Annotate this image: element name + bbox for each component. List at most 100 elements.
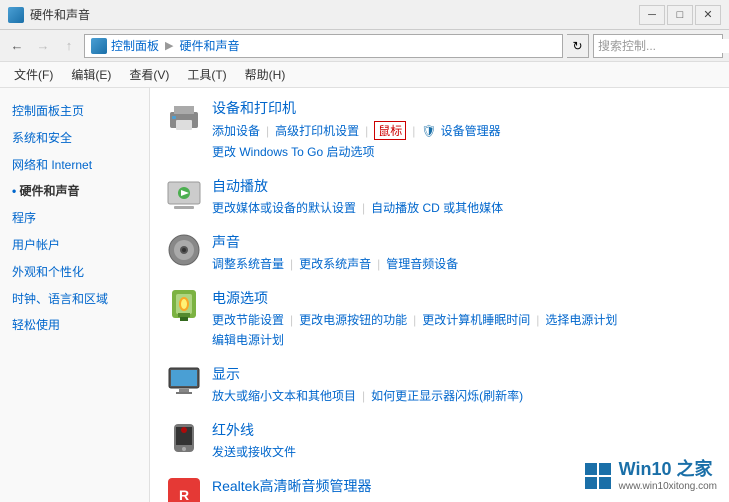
sep8: | [413, 313, 416, 327]
infrared-links: 发送或接收文件 [212, 443, 713, 460]
sidebar-item-network[interactable]: 网络和 Internet [0, 152, 149, 179]
link-change-power[interactable]: 更改节能设置 [212, 311, 284, 328]
sep6: | [377, 257, 380, 271]
link-power-button[interactable]: 更改电源按钮的功能 [299, 311, 407, 328]
link-change-default[interactable]: 更改媒体或设备的默认设置 [212, 199, 356, 216]
section-sound: 声音 调整系统音量 | 更改系统声音 | 管理音频设备 [166, 232, 713, 272]
printer-title[interactable]: 设备和打印机 [212, 98, 713, 118]
link-send-receive[interactable]: 发送或接收文件 [212, 443, 296, 460]
sep2: | [365, 124, 368, 138]
autoplay-links: 更改媒体或设备的默认设置 | 自动播放 CD 或其他媒体 [212, 199, 713, 216]
sidebar: 控制面板主页 系统和安全 网络和 Internet 硬件和声音 程序 用户帐户 … [0, 88, 150, 502]
link-add-device[interactable]: 添加设备 [212, 122, 260, 139]
power-icon [166, 288, 202, 324]
link-power-plan[interactable]: 选择电源计划 [545, 311, 617, 328]
back-button[interactable]: ← [6, 35, 28, 57]
forward-button[interactable]: → [32, 35, 54, 57]
autoplay-content: 自动播放 更改媒体或设备的默认设置 | 自动播放 CD 或其他媒体 [212, 176, 713, 216]
power-title[interactable]: 电源选项 [212, 288, 713, 308]
autoplay-icon [166, 176, 202, 212]
close-button[interactable]: ✕ [695, 5, 721, 25]
win10-title: Win10 之家 [619, 459, 717, 481]
content-area: 设备和打印机 添加设备 | 高级打印机设置 | 鼠标 | 🛡 设备管理器 更改 … [150, 88, 729, 502]
link-manage-audio[interactable]: 管理音频设备 [386, 255, 458, 272]
sidebar-item-system[interactable]: 系统和安全 [0, 125, 149, 152]
link-autoplay-cd[interactable]: 自动播放 CD 或其他媒体 [371, 199, 503, 216]
link-refresh-rate[interactable]: 如何更正显示器闪烁(刷新率) [371, 387, 523, 404]
infrared-title[interactable]: 红外线 [212, 420, 713, 440]
menu-view[interactable]: 查看(V) [121, 63, 177, 86]
sep3: | [412, 124, 415, 138]
address-controlpanel[interactable]: 控制面板 [111, 37, 159, 54]
link-printer-settings[interactable]: 高级打印机设置 [275, 122, 359, 139]
printer-icon [166, 98, 202, 134]
infrared-icon [166, 420, 202, 456]
up-button[interactable]: ↑ [58, 35, 80, 57]
sidebar-item-programs[interactable]: 程序 [0, 205, 149, 232]
printer-sub-links: 更改 Windows To Go 启动选项 [212, 143, 713, 160]
sidebar-item-hardware[interactable]: 硬件和声音 [0, 178, 149, 205]
sound-content: 声音 调整系统音量 | 更改系统声音 | 管理音频设备 [212, 232, 713, 272]
address-bar: 控制面板 ▶ 硬件和声音 [84, 34, 563, 58]
watermark-text: Win10 之家 www.win10xitong.com [619, 459, 717, 492]
sep5: | [290, 257, 293, 271]
minimize-button[interactable]: ─ [639, 5, 665, 25]
address-current[interactable]: 硬件和声音 [179, 37, 239, 54]
link-windows-to-go[interactable]: 更改 Windows To Go 启动选项 [212, 143, 374, 160]
infrared-content: 红外线 发送或接收文件 [212, 420, 713, 460]
link-mouse[interactable]: 鼠标 [374, 121, 406, 140]
section-display: 显示 放大或缩小文本和其他项目 | 如何更正显示器闪烁(刷新率) [166, 364, 713, 404]
address-folder-icon [91, 38, 107, 54]
shield-icon: 🛡 [421, 124, 436, 138]
realtek-icon: R [166, 476, 202, 502]
sep9: | [536, 313, 539, 327]
sound-icon [166, 232, 202, 268]
address-separator: ▶ [165, 39, 173, 52]
titlebar-left: 硬件和声音 [8, 6, 90, 23]
printer-links: 添加设备 | 高级打印机设置 | 鼠标 | 🛡 设备管理器 [212, 121, 713, 140]
printer-content: 设备和打印机 添加设备 | 高级打印机设置 | 鼠标 | 🛡 设备管理器 更改 … [212, 98, 713, 160]
titlebar-title: 硬件和声音 [30, 6, 90, 23]
display-content: 显示 放大或缩小文本和其他项目 | 如何更正显示器闪烁(刷新率) [212, 364, 713, 404]
link-edit-plan[interactable]: 编辑电源计划 [212, 331, 284, 348]
maximize-button[interactable]: □ [667, 5, 693, 25]
sidebar-item-clock[interactable]: 时钟、语言和区域 [0, 286, 149, 313]
section-infrared: 红外线 发送或接收文件 [166, 420, 713, 460]
menu-edit[interactable]: 编辑(E) [63, 63, 119, 86]
menu-help[interactable]: 帮助(H) [237, 63, 294, 86]
main-container: 控制面板主页 系统和安全 网络和 Internet 硬件和声音 程序 用户帐户 … [0, 88, 729, 502]
sound-title[interactable]: 声音 [212, 232, 713, 252]
titlebar: 硬件和声音 ─ □ ✕ [0, 0, 729, 30]
titlebar-app-icon [8, 7, 24, 23]
autoplay-title[interactable]: 自动播放 [212, 176, 713, 196]
section-autoplay: 自动播放 更改媒体或设备的默认设置 | 自动播放 CD 或其他媒体 [166, 176, 713, 216]
titlebar-controls: ─ □ ✕ [639, 5, 721, 25]
svg-text:R: R [179, 487, 189, 502]
sep4: | [362, 201, 365, 215]
display-icon [166, 364, 202, 400]
sidebar-item-ease[interactable]: 轻松使用 [0, 312, 149, 339]
refresh-button[interactable]: ↻ [567, 34, 589, 58]
menu-tools[interactable]: 工具(T) [179, 63, 234, 86]
link-zoom-text[interactable]: 放大或缩小文本和其他项目 [212, 387, 356, 404]
power-links: 更改节能设置 | 更改电源按钮的功能 | 更改计算机睡眠时间 | 选择电源计划 [212, 311, 713, 328]
display-links: 放大或缩小文本和其他项目 | 如何更正显示器闪烁(刷新率) [212, 387, 713, 404]
section-power: 电源选项 更改节能设置 | 更改电源按钮的功能 | 更改计算机睡眠时间 | 选择… [166, 288, 713, 348]
sidebar-item-appearance[interactable]: 外观和个性化 [0, 259, 149, 286]
link-sleep-time[interactable]: 更改计算机睡眠时间 [422, 311, 530, 328]
sidebar-item-home[interactable]: 控制面板主页 [0, 98, 149, 125]
navbar: ← → ↑ 控制面板 ▶ 硬件和声音 ↻ 🔍 [0, 30, 729, 62]
link-change-sound[interactable]: 更改系统声音 [299, 255, 371, 272]
power-sub-links: 编辑电源计划 [212, 331, 713, 348]
sound-links: 调整系统音量 | 更改系统声音 | 管理音频设备 [212, 255, 713, 272]
sidebar-item-user[interactable]: 用户帐户 [0, 232, 149, 259]
win10-url: www.win10xitong.com [619, 481, 717, 492]
menu-file[interactable]: 文件(F) [6, 63, 61, 86]
sep7: | [290, 313, 293, 327]
search-input[interactable] [594, 39, 729, 53]
sep10: | [362, 389, 365, 403]
link-adjust-volume[interactable]: 调整系统音量 [212, 255, 284, 272]
search-bar: 🔍 [593, 34, 723, 58]
display-title[interactable]: 显示 [212, 364, 713, 384]
link-device-manager[interactable]: 设备管理器 [441, 122, 501, 139]
